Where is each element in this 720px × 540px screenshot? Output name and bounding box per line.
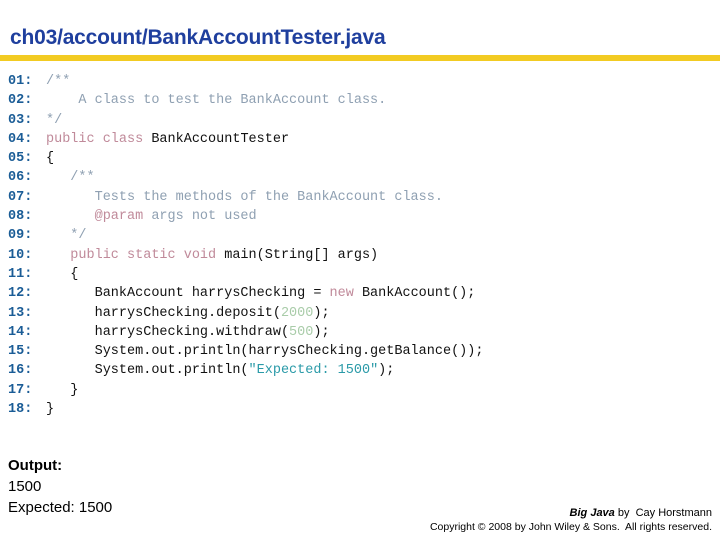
code-line-number: 02: <box>8 93 33 109</box>
page-title: ch03/account/BankAccountTester.java <box>10 26 386 49</box>
code-token-plain: ); <box>378 363 395 379</box>
code-line-number: 01: <box>8 74 33 89</box>
code-line-text: public static void main(String[] args) <box>46 248 378 263</box>
code-line-number: 07: <box>8 189 33 205</box>
code-line-text: A class to test the BankAccount class. <box>46 93 386 108</box>
code-line: 07: Tests the methods of the BankAccount… <box>0 188 720 207</box>
code-line-number: 05: <box>8 151 33 167</box>
code-line-text: harrysChecking.withdraw(500); <box>46 325 330 340</box>
code-line-text: System.out.println(harrysChecking.getBal… <box>46 344 484 360</box>
code-line-number: 10: <box>8 247 33 263</box>
code-token-tag: @param <box>46 209 144 225</box>
code-token-plain: harrysChecking.withdraw( <box>46 324 290 340</box>
code-line-text: /** <box>46 170 95 186</box>
code-line-number: 17: <box>8 382 33 398</box>
title-divider-rule <box>0 55 720 61</box>
code-line: 18:} <box>0 400 720 419</box>
code-line: 17: } <box>0 381 720 400</box>
code-token-com: /** <box>46 74 71 89</box>
code-token-plain: harrysChecking.deposit( <box>46 305 281 321</box>
code-token-kw: new <box>329 286 354 302</box>
slide-header: ch03/account/BankAccountTester.java <box>0 0 720 62</box>
code-token-str: "Expected: 1500" <box>248 363 379 379</box>
code-line-number: 16: <box>8 363 33 379</box>
code-line-text: harrysChecking.deposit(2000); <box>46 306 330 321</box>
code-line-number: 18: <box>8 402 33 418</box>
code-line-number: 12: <box>8 286 33 302</box>
code-line-text: { <box>46 151 54 166</box>
code-token-plain: } <box>46 382 79 398</box>
code-line-number: 15: <box>8 344 33 360</box>
code-token-num: 500 <box>289 324 314 340</box>
code-line: 15: System.out.println(harrysChecking.ge… <box>0 342 720 361</box>
code-line: 06: /** <box>0 168 720 187</box>
code-token-plain: System.out.println( <box>46 363 249 379</box>
output-heading: Output: <box>8 457 63 474</box>
code-line-number: 14: <box>8 324 33 340</box>
code-line-text: Tests the methods of the BankAccount cla… <box>46 190 443 205</box>
code-token-com: /** <box>46 170 95 186</box>
code-line-text: BankAccount harrysChecking = new BankAcc… <box>46 286 476 302</box>
code-line: 05: { <box>0 149 720 168</box>
code-line: 08: @param args not used <box>0 207 720 226</box>
code-line-text: } <box>46 383 78 398</box>
code-token-com: args not used <box>143 209 257 225</box>
code-line-number: 11: <box>8 266 33 282</box>
code-token-com: A class to test the BankAccount class. <box>46 93 387 109</box>
code-line: 16: System.out.println("Expected: 1500")… <box>0 361 720 380</box>
code-token-plain: { <box>46 266 79 282</box>
code-token-plain: ); <box>313 324 330 340</box>
code-line-text: /** <box>46 74 70 89</box>
code-line: 11: { <box>0 265 720 284</box>
code-line: 09: */ <box>0 226 720 245</box>
code-line-number: 08: <box>8 209 33 225</box>
code-token-plain: BankAccount(); <box>353 286 476 302</box>
code-line-number: 03: <box>8 112 33 128</box>
code-line: 10: public static void main(String[] arg… <box>0 246 720 265</box>
output-line-balance: 1500 <box>8 478 42 495</box>
code-token-kw: public static void <box>46 247 225 263</box>
code-line-text: public class BankAccountTester <box>46 132 289 147</box>
code-line: 14: harrysChecking.withdraw(500); <box>0 323 720 342</box>
footer-copyright: Copyright © 2008 by John Wiley & Sons. A… <box>429 521 712 533</box>
code-line-number: 09: <box>8 228 33 244</box>
code-line-number: 04: <box>8 131 33 147</box>
code-line-text: @param args not used <box>46 209 257 224</box>
code-line: 12: BankAccount harrysChecking = new Ban… <box>0 284 720 303</box>
code-line-text: { <box>46 267 78 282</box>
code-line: 04: public class BankAccountTester <box>0 130 720 149</box>
footer-book-title: Big Java <box>569 507 615 519</box>
code-listing: 01: /** 02: A class to test the BankAccoun… <box>0 72 720 419</box>
output-line-expected: Expected: 1500 <box>8 499 113 516</box>
code-token-kw: public class <box>46 131 152 147</box>
code-token-plain: } <box>46 402 55 418</box>
code-line: 01: /** <box>0 72 720 91</box>
code-token-com: */ <box>46 112 63 128</box>
code-token-plain: BankAccount harrysChecking = <box>46 286 330 302</box>
code-token-plain: main(String[] args) <box>224 247 379 263</box>
footer-book-line: Big Java by Cay Horstmann <box>430 506 712 520</box>
code-line-number: 06: <box>8 170 33 186</box>
code-line: 02: A class to test the BankAccount clas… <box>0 91 720 110</box>
code-line-text: } <box>46 402 54 417</box>
code-token-com: */ <box>46 228 87 244</box>
code-line-number: 13: <box>8 305 33 321</box>
code-line-text: System.out.println("Expected: 1500"); <box>46 363 395 379</box>
code-token-plain: BankAccountTester <box>151 131 290 147</box>
code-line: 13: harrysChecking.deposit(2000); <box>0 304 720 323</box>
output-block: Output: 1500 Expected: 1500 <box>8 455 112 518</box>
code-token-com: Tests the methods of the BankAccount cla… <box>46 189 443 205</box>
footer-book-byline: by Cay Horstmann <box>614 507 712 519</box>
code-token-plain: System.out.println(harrysChecking.getBal… <box>46 344 484 360</box>
code-token-num: 2000 <box>280 305 314 321</box>
code-token-plain: { <box>46 151 55 167</box>
slide-footer: Big Java by Cay Horstmann Copyright © 20… <box>430 506 712 534</box>
code-line-text: */ <box>46 228 87 244</box>
code-token-plain: ); <box>313 305 330 321</box>
code-line: 03: */ <box>0 111 720 130</box>
code-line-text: */ <box>46 113 62 128</box>
